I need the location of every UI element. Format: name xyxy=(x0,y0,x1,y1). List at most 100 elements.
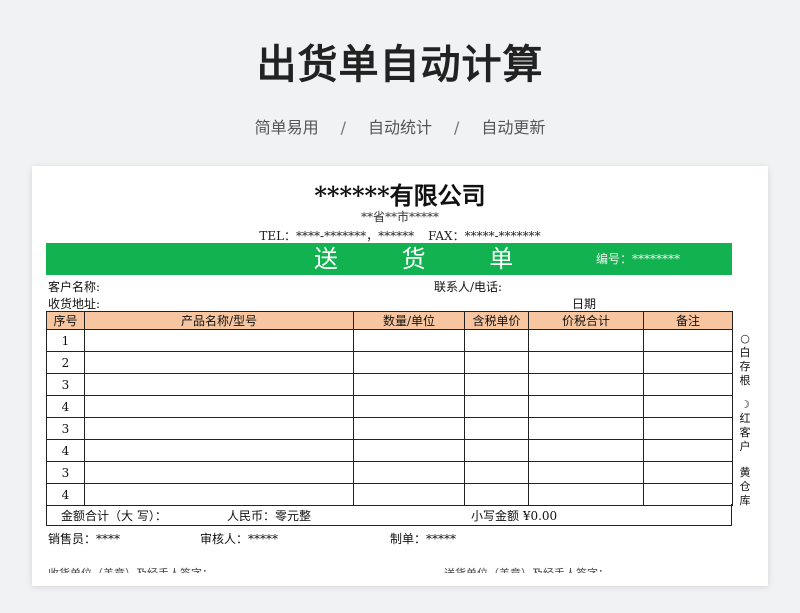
sender-signature-label: 送货单位（盖章）及经手人签字： xyxy=(444,567,609,580)
line-total-cell[interactable] xyxy=(528,351,644,374)
small-amount-text: 小写金额 ¥0.00 xyxy=(471,509,558,523)
unit-price-cell[interactable] xyxy=(464,351,529,374)
product-cell[interactable] xyxy=(84,483,354,506)
copy-red-customer: ☽ 红客户 xyxy=(738,398,752,454)
copy-white-stub: ○ 白存根 xyxy=(738,332,752,388)
line-total-cell[interactable] xyxy=(528,329,644,352)
row-index: 3 xyxy=(46,417,85,440)
row-index: 3 xyxy=(46,373,85,396)
tel-text: TEL：****-*******，****** xyxy=(259,229,415,243)
receiver-signature-label: 收货单位（盖章）及经手人签字： xyxy=(48,567,213,580)
remark-cell[interactable] xyxy=(643,417,733,440)
quantity-cell[interactable] xyxy=(353,329,465,352)
company-address: **省**市***** xyxy=(360,210,439,224)
company-name: ******有限公司 xyxy=(314,181,486,210)
remark-cell[interactable] xyxy=(643,329,733,352)
table-row: 4 xyxy=(46,395,733,418)
table-row: 3 xyxy=(46,417,733,440)
separator: / xyxy=(454,118,460,137)
unit-price-cell[interactable] xyxy=(464,395,529,418)
copy-yellow-warehouse: 黄仓库 xyxy=(738,466,752,508)
remark-cell[interactable] xyxy=(643,395,733,418)
row-index: 2 xyxy=(46,351,85,374)
feature-easy: 简单易用 xyxy=(254,118,319,137)
unit-price-cell[interactable] xyxy=(464,439,529,462)
product-cell[interactable] xyxy=(84,351,354,374)
product-cell[interactable] xyxy=(84,373,354,396)
remark-cell[interactable] xyxy=(643,483,733,506)
date-label: 日期 xyxy=(572,297,597,311)
table-row: 1 xyxy=(46,329,733,352)
table-row: 4 xyxy=(46,439,733,462)
quantity-cell[interactable] xyxy=(353,417,465,440)
feature-auto-stats: 自动统计 xyxy=(367,118,432,137)
line-total-cell[interactable] xyxy=(528,373,644,396)
remark-cell[interactable] xyxy=(643,461,733,484)
fax-text: FAX：*****-******* xyxy=(428,229,541,243)
product-cell[interactable] xyxy=(84,461,354,484)
document-title: 送 货 单 xyxy=(314,245,542,273)
column-header: 含税单价 xyxy=(464,311,529,330)
unit-price-cell[interactable] xyxy=(464,483,529,506)
product-cell[interactable] xyxy=(84,395,354,418)
column-header: 产品名称/型号 xyxy=(84,311,354,330)
circle-icon: ○ xyxy=(740,332,750,345)
page-title: 出货单自动计算 xyxy=(256,42,544,88)
column-header: 价税合计 xyxy=(528,311,644,330)
total-amount-row: 金额合计（大 写）： 人民币：零元整 小写金额 ¥0.00 xyxy=(46,504,732,526)
unit-price-cell[interactable] xyxy=(464,417,529,440)
table-header-row: 序号 产品名称/型号 数量/单位 含税单价 价税合计 备注 xyxy=(46,311,733,330)
contact-phone-label: 联系人/电话: xyxy=(434,280,503,294)
copy-note-text: 黄仓库 xyxy=(739,466,751,507)
line-total-cell[interactable] xyxy=(528,395,644,418)
row-index: 4 xyxy=(46,439,85,462)
unit-price-cell[interactable] xyxy=(464,461,529,484)
column-header: 序号 xyxy=(46,311,85,330)
line-total-cell[interactable] xyxy=(528,461,644,484)
table-row: 2 xyxy=(46,351,733,374)
line-total-cell[interactable] xyxy=(528,483,644,506)
column-header: 数量/单位 xyxy=(353,311,465,330)
row-index: 1 xyxy=(46,329,85,352)
table-row: 3 xyxy=(46,373,733,396)
unit-price-cell[interactable] xyxy=(464,329,529,352)
company-contact: TEL：****-*******，****** FAX：*****-******* xyxy=(32,227,768,244)
line-total-cell[interactable] xyxy=(528,439,644,462)
customer-name-label: 客户名称: xyxy=(48,280,101,294)
quantity-cell[interactable] xyxy=(353,395,465,418)
feature-auto-update: 自动更新 xyxy=(481,118,546,137)
delivery-note-sheet: ******有限公司 **省**市***** TEL：****-*******，… xyxy=(32,166,768,586)
table-row: 4 xyxy=(46,483,733,506)
items-table: 序号 产品名称/型号 数量/单位 含税单价 价税合计 备注 1 2 3 4 3 … xyxy=(46,311,733,506)
product-cell[interactable] xyxy=(84,417,354,440)
rmb-amount-text: 人民币：零元整 xyxy=(227,509,312,523)
product-cell[interactable] xyxy=(84,329,354,352)
delivery-address-label: 收货地址: xyxy=(48,297,101,311)
delivery-note-banner: 送 货 单 编号：******** xyxy=(46,243,732,275)
remark-cell[interactable] xyxy=(643,373,733,396)
column-header: 备注 xyxy=(643,311,733,330)
row-index: 3 xyxy=(46,461,85,484)
reviewer-label: 审核人：***** xyxy=(200,532,279,546)
salesperson-label: 销售员：**** xyxy=(48,532,121,546)
feature-tagline: 简单易用 / 自动统计 / 自动更新 xyxy=(0,114,800,138)
total-uppercase-label: 金额合计（大 写）： xyxy=(61,509,167,523)
row-index: 4 xyxy=(46,395,85,418)
serial-number: 编号：******** xyxy=(596,252,681,266)
quantity-cell[interactable] xyxy=(353,373,465,396)
remark-cell[interactable] xyxy=(643,351,733,374)
product-cell[interactable] xyxy=(84,439,354,462)
copy-note-text: 红客户 xyxy=(739,412,751,453)
table-row: 3 xyxy=(46,461,733,484)
quantity-cell[interactable] xyxy=(353,461,465,484)
copy-note-text: 白存根 xyxy=(739,346,751,387)
line-total-cell[interactable] xyxy=(528,417,644,440)
row-index: 4 xyxy=(46,483,85,506)
quantity-cell[interactable] xyxy=(353,351,465,374)
quantity-cell[interactable] xyxy=(353,483,465,506)
quantity-cell[interactable] xyxy=(353,439,465,462)
separator: / xyxy=(340,118,346,137)
crescent-icon: ☽ xyxy=(740,398,750,411)
remark-cell[interactable] xyxy=(643,439,733,462)
unit-price-cell[interactable] xyxy=(464,373,529,396)
